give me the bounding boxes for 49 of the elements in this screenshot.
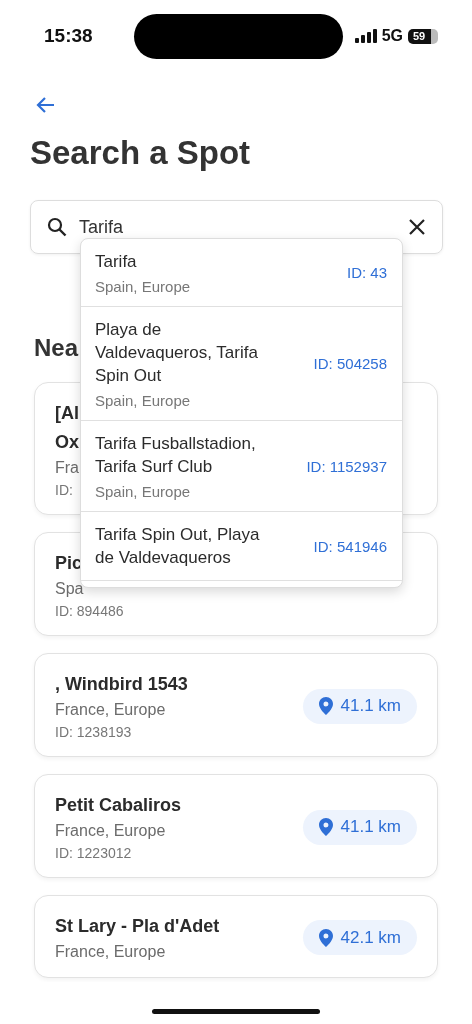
distance-badge: 41.1 km [302,809,417,845]
suggestion-item[interactable]: Tarifa Fusballstadion, Tarifa Surf Club Spain, Europe ID: 1152937 [81,421,402,512]
spot-title: [Al [55,402,79,425]
search-icon [47,217,67,237]
suggestion-region: Spain, Europe [95,392,192,409]
suggestion-name: Tarifa Spin Out, Playa de Valdevaqueros [95,524,261,569]
suggestion-item[interactable]: Tarifa Spin Out, Playa de Valdevaqueros ID: 541946 [81,512,402,581]
signal-icon [354,29,377,43]
distance-badge: 41.1 km [302,688,417,724]
spot-card[interactable]: St Lary - Pla d'Adet France, Europe 42.1 km [34,895,438,978]
spot-title: Petit Cabaliros [55,794,182,817]
pin-icon [318,697,333,715]
spot-region: France, Europe [55,943,166,961]
spot-title: St Lary - Pla d'Adet [55,915,220,938]
spot-id: ID: 1238193 [55,724,132,740]
suggestion-id: ID: 43 [346,264,387,281]
spot-card[interactable]: Petit Cabaliros France, Europe ID: 1223012 41.1 km [34,774,438,878]
clear-button[interactable] [408,218,426,236]
spot-region: France, Europe [55,701,166,719]
suggestion-name: Tarifa Fusballstadion, Tarifa Surf Club [95,433,257,478]
spot-title: Pic [55,552,83,575]
spot-id: ID: 1223012 [55,845,132,861]
suggestion-name: Playa de Valdevaqueros, Tarifa Spin Out [95,319,259,387]
status-time: 15:38 [44,25,94,47]
close-icon [408,218,426,236]
section-title: Nea [34,334,79,362]
suggestion-id: ID: 1152937 [306,457,387,475]
spot-id: ID: 894486 [55,603,124,619]
spot-title: , Windbird 1543 [55,673,188,696]
suggestion-item[interactable]: Playa de Valdevaqueros, Tarifa Spin Out Spain, Europe ID: 504258 [81,307,402,421]
suggestion-region: Spain, Europe [95,278,192,295]
suggestion-id: ID: 504258 [313,355,387,372]
suggestion-item[interactable]: Tarifa Spain, Europe ID: 43 [81,239,402,307]
pin-icon [318,818,333,836]
suggestion-region: Spain, Europe [95,483,192,500]
spot-id: ID: [55,482,73,498]
suggestion-name: Tarifa [95,251,138,273]
network-label: 5G [381,27,403,45]
pin-icon [318,928,333,947]
suggestion-id: ID: 541946 [313,537,387,555]
spot-region: Spa [55,580,84,598]
spot-title: Ox [55,431,79,454]
page-title: Search a Spot [30,134,252,172]
search-input[interactable]: Tarifa [77,215,398,239]
spot-region: France, Europe [55,822,166,840]
spot-card[interactable]: , Windbird 1543 France, Europe ID: 1238193 41.1 km [34,653,438,757]
spot-region: Fra [55,459,79,477]
distance-badge: 42.1 km [302,920,417,955]
battery-icon: 59 [408,28,438,44]
